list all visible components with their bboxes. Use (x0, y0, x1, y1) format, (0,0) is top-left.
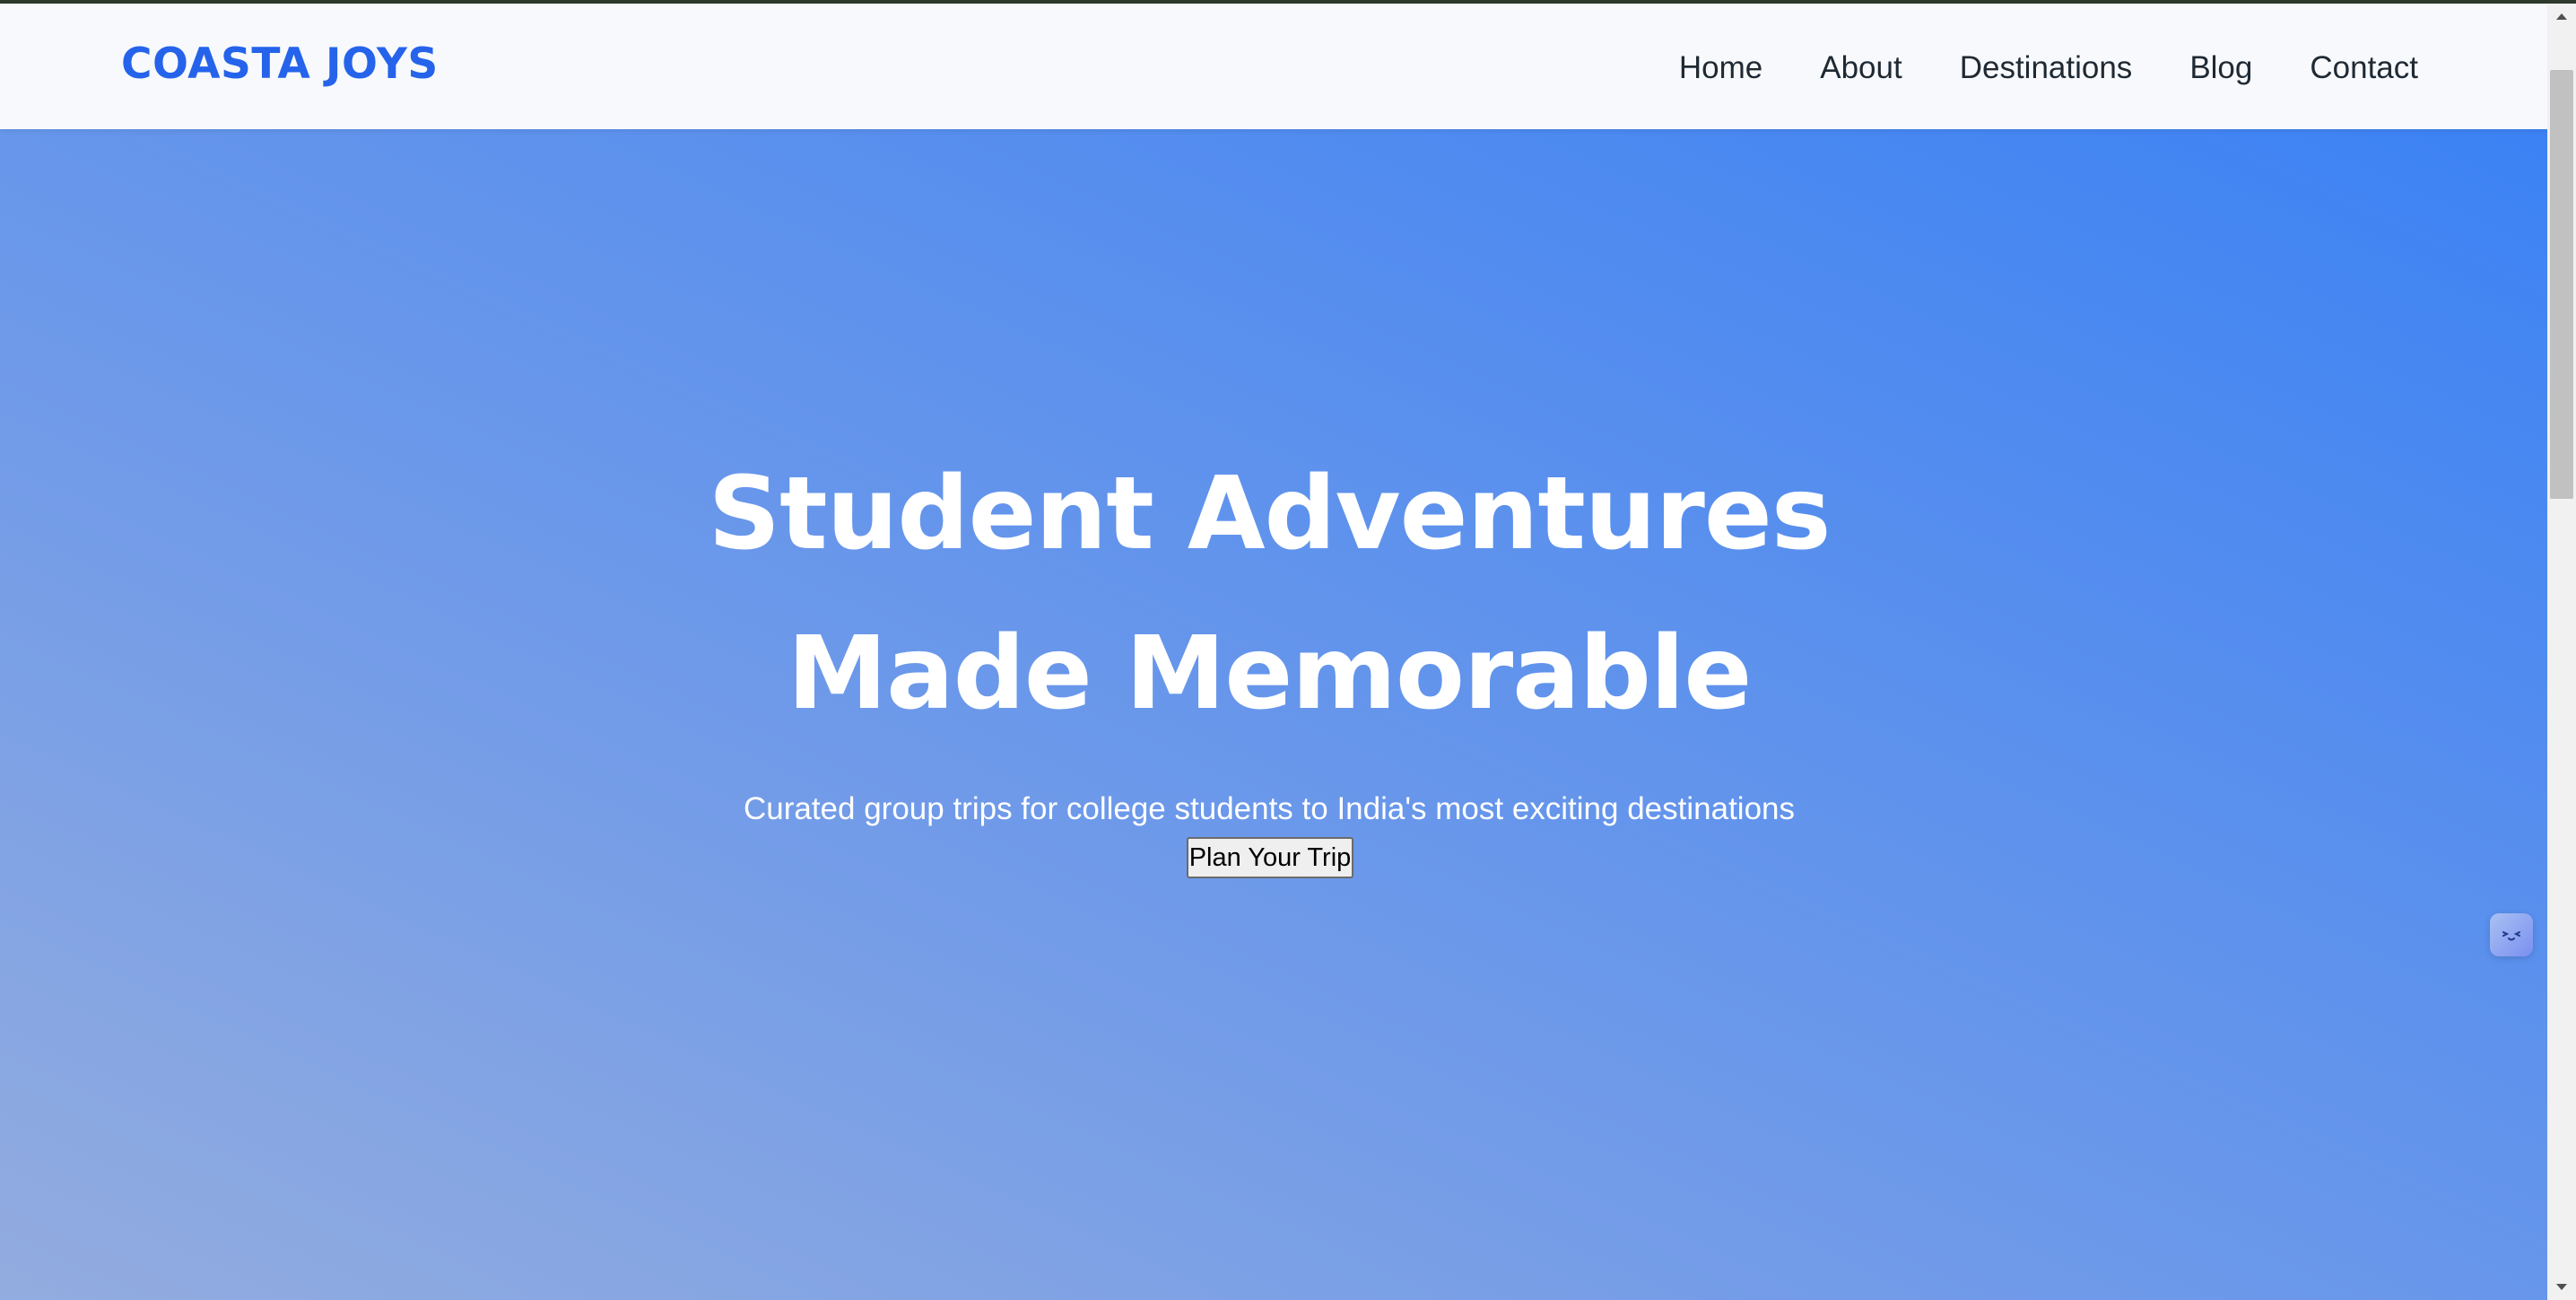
scroll-down-arrow-icon[interactable] (2547, 1275, 2576, 1300)
face-icon (2502, 931, 2520, 941)
nav-link-destinations[interactable]: Destinations (1960, 50, 2133, 86)
assistant-widget-button[interactable] (2490, 913, 2533, 956)
hero-title-line-2: Made Memorable (787, 615, 1753, 732)
scroll-up-arrow-icon[interactable] (2547, 4, 2576, 29)
hero-section: Student Adventures Made Memorable Curate… (0, 129, 2547, 1300)
site-header: COASTA JOYS Home About Destinations Blog… (0, 4, 2547, 129)
scrollbar-thumb[interactable] (2550, 70, 2573, 499)
plan-your-trip-button[interactable]: Plan Your Trip (1187, 837, 1353, 878)
nav-link-contact[interactable]: Contact (2310, 50, 2418, 86)
nav-link-blog[interactable]: Blog (2189, 50, 2252, 86)
hero-title-line-1: Student Adventures (708, 456, 1831, 572)
nav-link-home[interactable]: Home (1679, 50, 1762, 86)
hero-title: Student Adventures Made Memorable (0, 434, 2538, 754)
main-nav: Home About Destinations Blog Contact (1679, 50, 2418, 86)
brand-logo[interactable]: COASTA JOYS (121, 39, 439, 89)
nav-link-about[interactable]: About (1820, 50, 1902, 86)
hero-subtitle: Curated group trips for college students… (743, 791, 1796, 826)
vertical-scrollbar[interactable] (2547, 4, 2576, 1300)
